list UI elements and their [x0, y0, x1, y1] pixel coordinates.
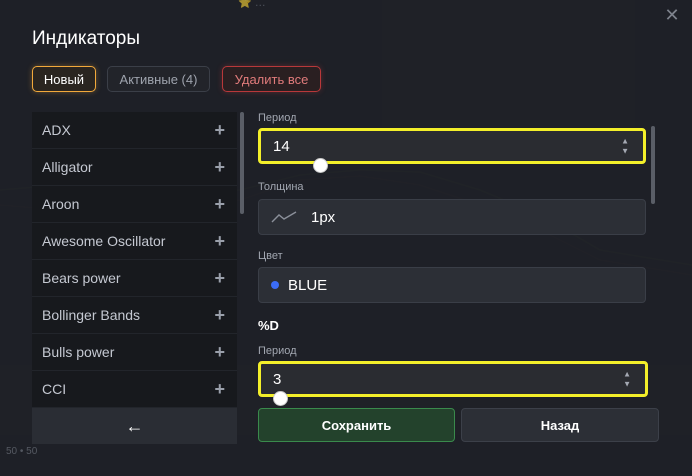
back-button[interactable]: Назад [461, 408, 659, 442]
list-item[interactable]: Bulls power + [32, 334, 237, 371]
modal-title: Индикаторы [32, 28, 141, 49]
thickness-label: Толщина [258, 181, 304, 193]
line-thickness-icon [271, 211, 297, 223]
list-item[interactable]: CCI + [32, 371, 237, 408]
list-item[interactable]: ADX + [32, 112, 237, 149]
period-d-value: 3 [273, 370, 282, 388]
list-scrollbar[interactable] [240, 112, 244, 214]
stepper-icon[interactable]: ▲ ▼ [623, 370, 631, 389]
color-swatch [271, 281, 279, 289]
plus-icon[interactable]: + [214, 342, 225, 363]
arrow-left-icon: ← [125, 415, 144, 436]
tab-new[interactable]: Новый [32, 66, 96, 92]
period-value: 14 [273, 137, 290, 155]
list-item[interactable]: Aroon + [32, 186, 237, 223]
list-item-label: CCI [42, 381, 67, 397]
list-item-label: Bulls power [42, 344, 115, 360]
plus-icon[interactable]: + [214, 379, 225, 400]
color-label: Цвет [258, 250, 283, 262]
pointer-cursor [273, 391, 288, 406]
section-d-heading: %D [258, 318, 279, 333]
plus-icon[interactable]: + [214, 120, 225, 141]
thickness-select[interactable]: 1px [258, 199, 646, 235]
period-d-label: Период [258, 345, 297, 357]
plus-icon[interactable]: + [214, 268, 225, 289]
delete-all-button[interactable]: Удалить все [222, 66, 321, 92]
list-item-label: Awesome Oscillator [42, 233, 166, 249]
list-item[interactable]: Alligator + [32, 149, 237, 186]
color-select[interactable]: BLUE [258, 267, 646, 303]
list-item-label: Bollinger Bands [42, 307, 141, 323]
tab-active[interactable]: Активные (4) [107, 66, 210, 92]
indicator-list: ADX + Alligator + Aroon + Awesome Oscill… [32, 112, 237, 408]
list-item[interactable]: Awesome Oscillator + [32, 223, 237, 260]
save-button[interactable]: Сохранить [258, 408, 455, 442]
indicators-modal: ⭐ … ✕ Индикаторы Новый Активные (4) Удал… [0, 0, 692, 476]
form-scrollbar[interactable] [651, 126, 655, 204]
pointer-cursor [313, 158, 328, 173]
list-item-label: Alligator [42, 159, 93, 175]
list-item[interactable]: Bollinger Bands + [32, 297, 237, 334]
close-icon[interactable]: ✕ [661, 4, 683, 26]
background-top-text: ⭐ … [238, 0, 266, 9]
background-bottom-text: 50 • 50 [6, 446, 38, 457]
stepper-icon[interactable]: ▲ ▼ [621, 137, 629, 156]
plus-icon[interactable]: + [214, 231, 225, 252]
plus-icon[interactable]: + [214, 305, 225, 326]
period-d-input[interactable]: 3 ▲ ▼ [258, 361, 648, 397]
list-item-label: ADX [42, 122, 71, 138]
plus-icon[interactable]: + [214, 194, 225, 215]
plus-icon[interactable]: + [214, 157, 225, 178]
period-label: Период [258, 112, 297, 124]
list-item-label: Aroon [42, 196, 80, 212]
color-value: BLUE [288, 276, 328, 294]
thickness-value: 1px [311, 208, 336, 226]
list-item[interactable]: Bears power + [32, 260, 237, 297]
list-back-button[interactable]: ← [32, 408, 237, 444]
list-item-label: Bears power [42, 270, 121, 286]
